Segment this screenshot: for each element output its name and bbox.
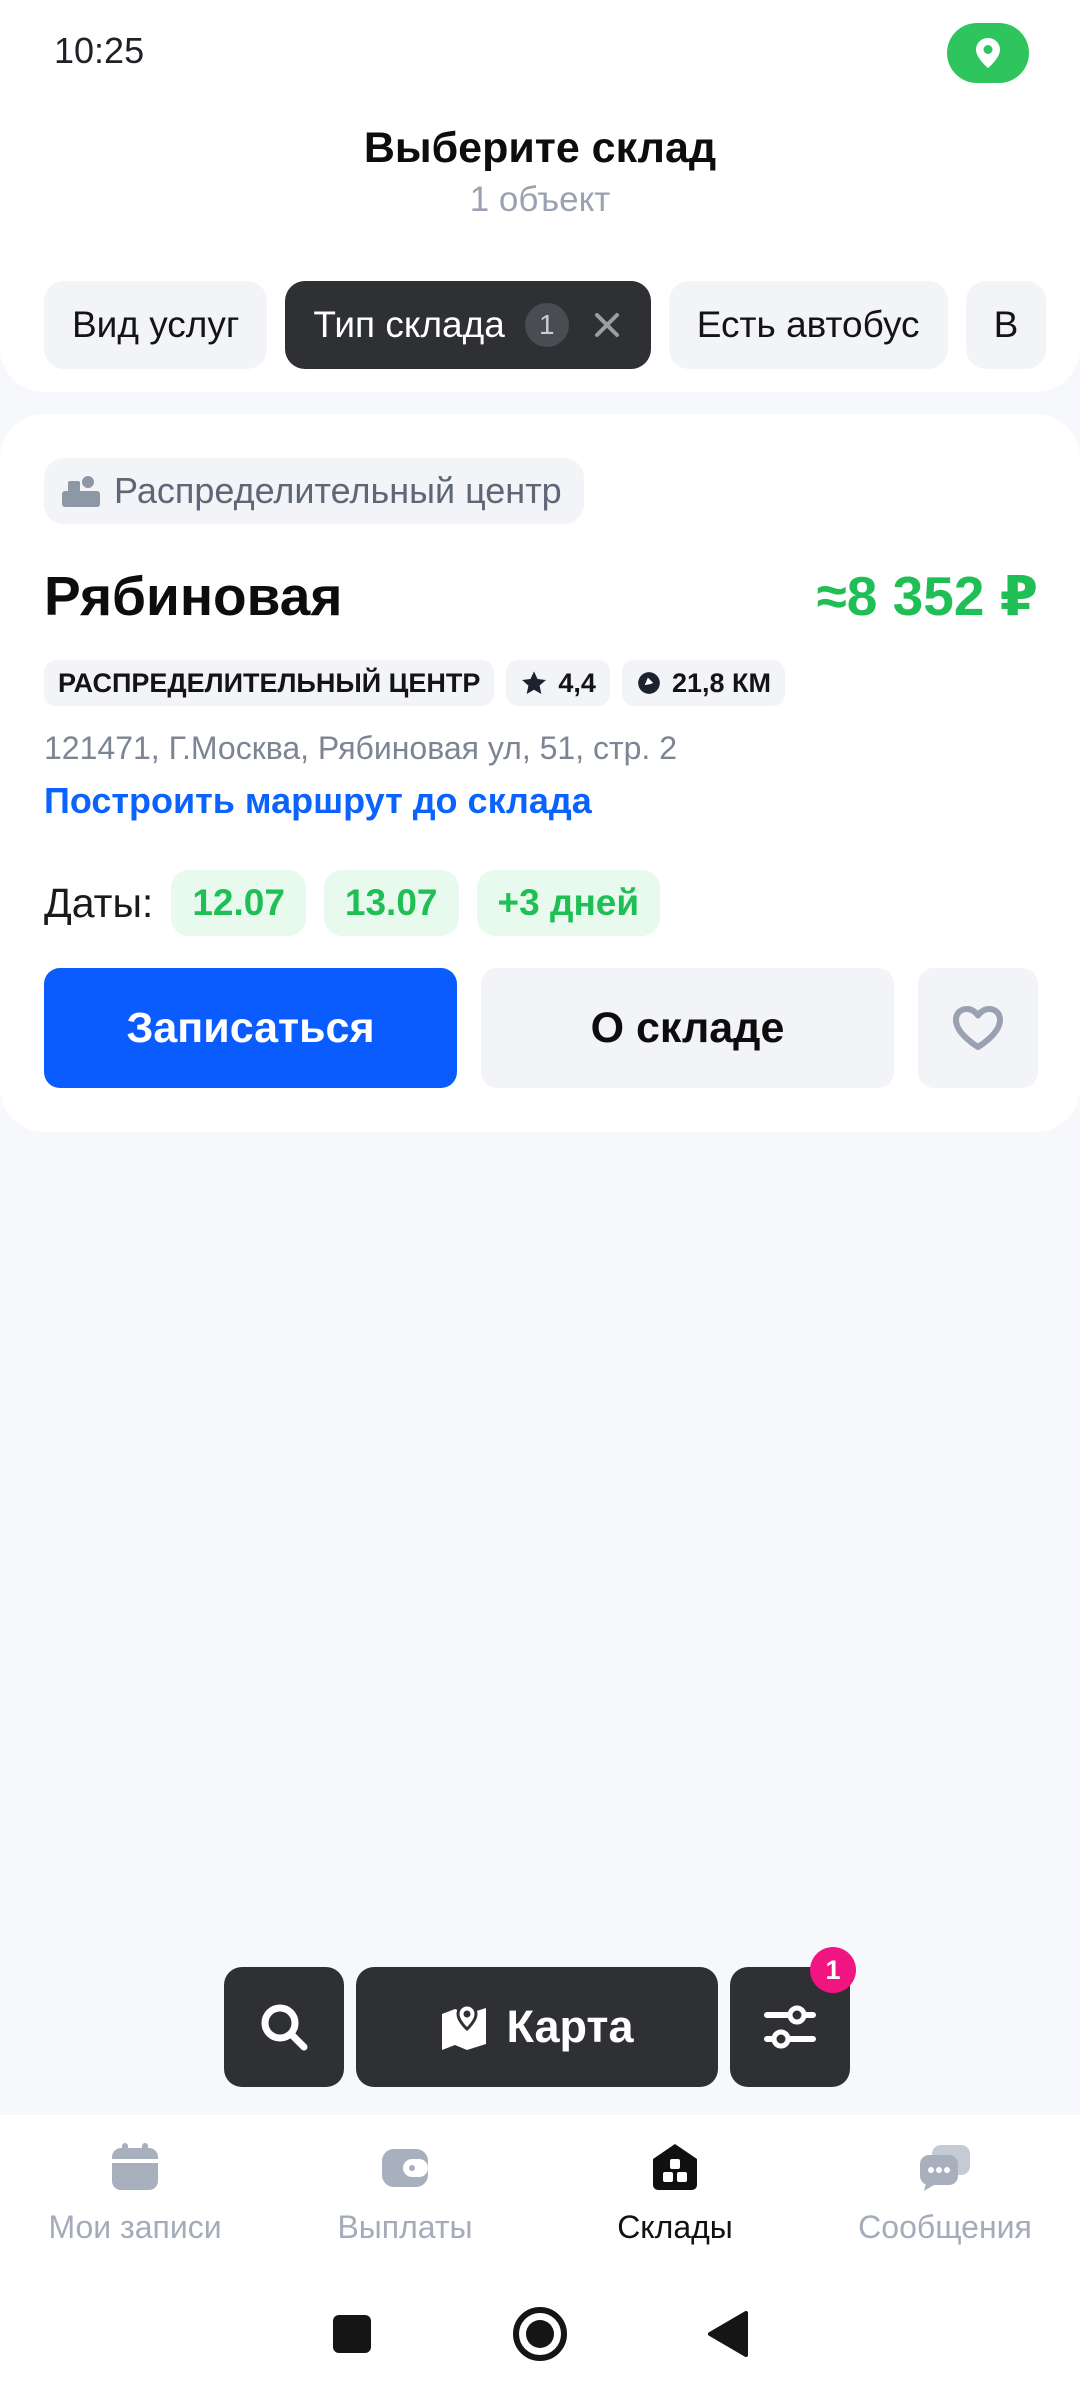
filter-chip-more[interactable]: В <box>965 281 1047 369</box>
warehouse-badges: РАСПРЕДЕЛИТЕЛЬНЫЙ ЦЕНТР 4,4 21,8 КМ <box>44 660 785 706</box>
close-icon[interactable] <box>587 305 627 345</box>
filter-chip-label: Есть автобус <box>696 304 920 345</box>
type-badge-label: РАСПРЕДЕЛИТЕЛЬНЫЙ ЦЕНТР <box>58 667 481 698</box>
filter-chip-label: В <box>993 304 1019 345</box>
map-button[interactable]: Карта <box>356 1967 718 2087</box>
nav-label: Склады <box>617 2209 733 2245</box>
distance-value: 21,8 КМ <box>671 667 771 698</box>
type-badge: РАСПРЕДЕЛИТЕЛЬНЫЙ ЦЕНТР <box>44 660 495 706</box>
filters-button-wrap: 1 <box>730 1947 856 2087</box>
map-button-label: Карта <box>506 2001 634 2052</box>
rating-badge: 4,4 <box>506 660 610 706</box>
dates-label: Даты: <box>44 879 154 926</box>
warehouse-type-tag: Распределительный центр <box>44 458 584 524</box>
warehouse-address: 121471, Г.Москва, Рябиновая ул, 51, стр.… <box>44 730 677 766</box>
back-button[interactable] <box>668 2294 788 2374</box>
filter-chip-label: Тип склада <box>313 304 505 345</box>
heart-icon <box>953 1006 1003 1050</box>
location-pin-icon <box>976 38 1000 68</box>
more-dates-chip[interactable]: +3 дней <box>476 870 661 936</box>
page-title: Выберите склад <box>363 124 717 172</box>
filter-chip-service-type[interactable]: Вид услуг <box>44 281 268 369</box>
chat-icon <box>920 2145 970 2191</box>
route-link[interactable]: Построить маршрут до склада <box>44 780 592 822</box>
search-button[interactable] <box>224 1967 344 2087</box>
about-warehouse-button[interactable]: О складе <box>481 968 894 1088</box>
bottom-nav: Мои записи Выплаты Склады Сообщения <box>0 2115 1080 2268</box>
sliders-icon <box>764 2005 816 2049</box>
nav-label: Мои записи <box>48 2209 222 2245</box>
favorite-button[interactable] <box>918 968 1038 1088</box>
screen: 10:25 Выберите склад 1 объект Вид услуг … <box>0 0 1080 2400</box>
floating-toolbar: Карта 1 <box>224 1947 856 2087</box>
star-icon <box>522 671 547 694</box>
recent-apps-button[interactable] <box>292 2294 412 2374</box>
filter-chip-count: 1 <box>524 303 569 347</box>
warehouse-name: Рябиновая <box>44 565 343 627</box>
nav-item-warehouses[interactable]: Склады <box>540 2115 810 2268</box>
circle-icon <box>513 2307 567 2361</box>
rating-value: 4,4 <box>558 667 596 698</box>
book-button[interactable]: Записаться <box>44 968 457 1088</box>
wallet-icon <box>382 2149 428 2187</box>
square-icon <box>333 2315 371 2353</box>
date-chip[interactable]: 12.07 <box>171 870 306 936</box>
nav-label: Сообщения <box>858 2209 1032 2245</box>
map-icon <box>442 2003 487 2050</box>
calendar-icon <box>112 2143 158 2190</box>
nav-item-my-bookings[interactable]: Мои записи <box>0 2115 270 2268</box>
warehouse-price: ≈8 352 ₽ <box>816 565 1038 627</box>
nav-label: Выплаты <box>337 2209 473 2245</box>
date-chip[interactable]: 13.07 <box>323 870 459 936</box>
filter-chip-label: Вид услуг <box>72 304 240 345</box>
results-count: 1 объект <box>469 180 611 219</box>
distance-badge: 21,8 КМ <box>621 660 785 706</box>
card-actions: Записаться О складе <box>44 968 1038 1088</box>
location-indicator[interactable] <box>947 23 1029 83</box>
nav-item-payouts[interactable]: Выплаты <box>270 2115 540 2268</box>
back-triangle-icon <box>708 2311 748 2357</box>
system-navigation-bar <box>0 2268 1080 2400</box>
search-icon <box>261 2004 308 2051</box>
filters-count-badge: 1 <box>810 1947 856 1993</box>
filter-chip-warehouse-type[interactable]: Тип склада 1 <box>285 281 651 369</box>
status-time: 10:25 <box>54 30 145 71</box>
warehouse-card: Распределительный центр Рябиновая ≈8 352… <box>0 414 1080 1132</box>
filter-chips: Вид услуг Тип склада 1 Есть автобус В <box>44 281 1080 369</box>
warehouse-type-label: Распределительный центр <box>114 470 562 511</box>
home-button[interactable] <box>480 2294 600 2374</box>
distance-pin-icon <box>638 672 660 694</box>
dates-row: Даты: 12.07 13.07 +3 дней <box>44 870 661 936</box>
nav-item-messages[interactable]: Сообщения <box>810 2115 1080 2268</box>
header-panel: 10:25 Выберите склад 1 объект Вид услуг … <box>0 0 1080 392</box>
distribution-center-icon <box>62 476 100 507</box>
warehouse-icon <box>653 2144 697 2190</box>
filter-chip-bus[interactable]: Есть автобус <box>668 281 948 369</box>
